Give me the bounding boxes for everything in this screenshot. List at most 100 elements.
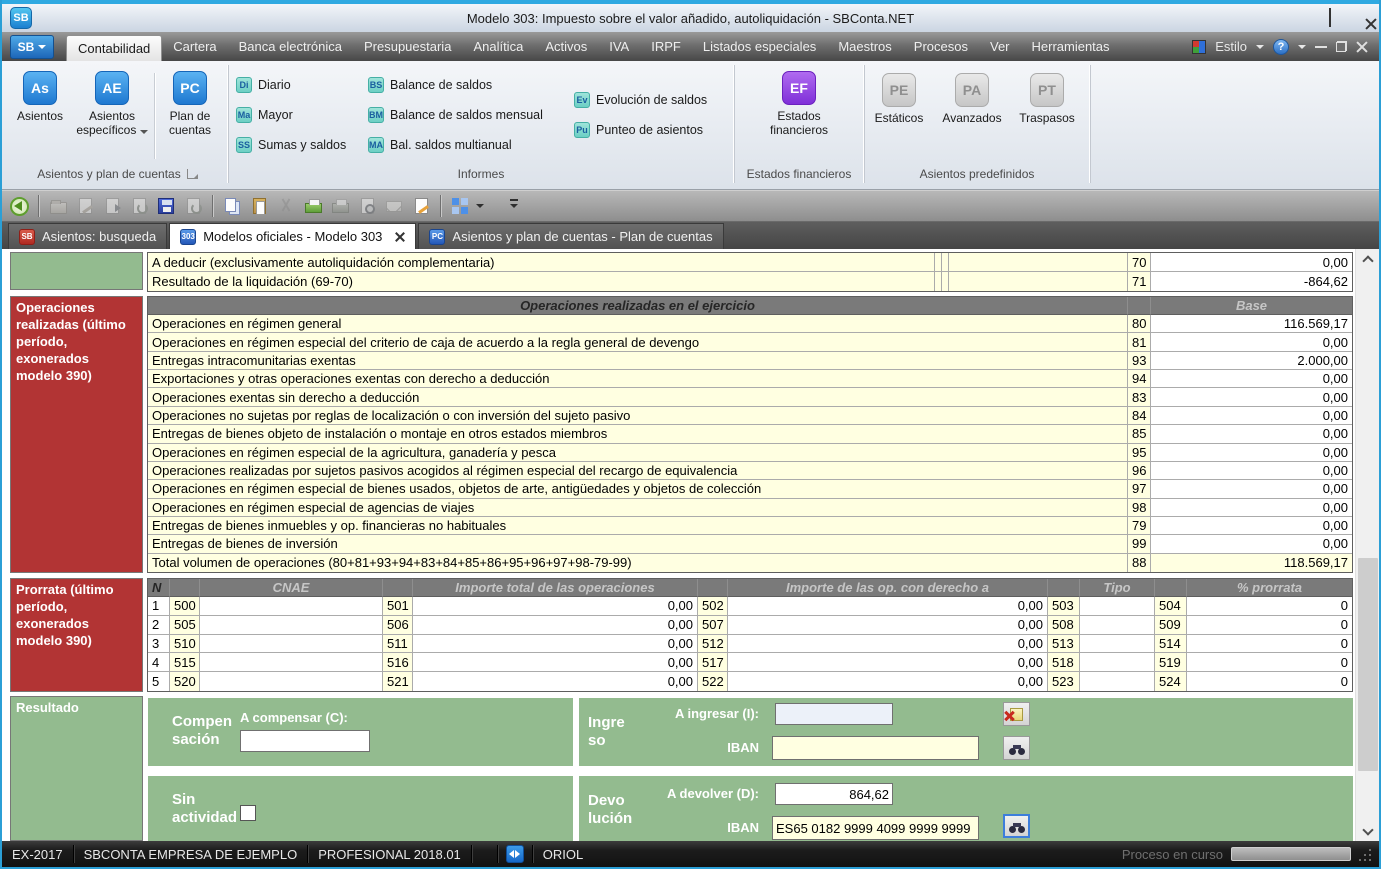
ops-value-cell[interactable]: 0,00 [1151, 388, 1352, 406]
ops-value-cell[interactable]: 0,00 [1151, 480, 1352, 498]
prorrata-importe-cell[interactable]: 0,00 [413, 672, 698, 691]
window-layout-button[interactable] [449, 195, 471, 217]
asientos-button[interactable]: As Asientos [2, 71, 78, 123]
balance-de-saldos-button[interactable]: BS Balance de saldos [368, 76, 492, 94]
dialog-launcher-icon[interactable] [187, 169, 197, 179]
balance-mensual-button[interactable]: BM Balance de saldos mensual [368, 106, 543, 124]
send-document-button[interactable] [101, 195, 123, 217]
chevron-down-icon[interactable] [476, 204, 484, 208]
paste-button[interactable] [248, 195, 270, 217]
prorrata-pct-cell[interactable]: 0 [1187, 653, 1352, 672]
open-folder-button[interactable] [47, 195, 69, 217]
doc-tab-plan-de-cuentas[interactable]: PC Asientos y plan de cuentas - Plan de … [418, 223, 723, 249]
maximize-icon[interactable] [1329, 9, 1331, 27]
ops-value-cell[interactable]: 0,00 [1151, 370, 1352, 388]
prorrata-importe-cell[interactable]: 0,00 [413, 635, 698, 654]
tab-herramientas[interactable]: Herramientas [1021, 32, 1121, 61]
title-bar[interactable]: SB Modelo 303: Impuesto sobre el valor a… [2, 4, 1379, 32]
prorrata-importe-cell[interactable]: 0,00 [413, 597, 698, 616]
doc-tab-asientos-busqueda[interactable]: SB Asientos: busqueda [8, 223, 167, 249]
tab-maestros[interactable]: Maestros [827, 32, 902, 61]
a-devolver-input[interactable] [775, 783, 893, 805]
prorrata-tipo-cell[interactable] [1080, 653, 1155, 672]
diario-button[interactable]: Di Diario [236, 76, 291, 94]
ops-value-cell[interactable]: 116.569,17 [1151, 315, 1352, 333]
sin-actividad-checkbox[interactable] [240, 805, 256, 821]
prorrata-importe-cell[interactable]: 0,00 [413, 616, 698, 635]
prorrata-cnae-cell[interactable] [200, 597, 383, 616]
tab-close-icon[interactable] [395, 232, 405, 242]
ops-value-cell[interactable]: 0,00 [1151, 407, 1352, 425]
prorrata-pct-cell[interactable]: 0 [1187, 672, 1352, 691]
balance-multianual-button[interactable]: MA Bal. saldos multianual [368, 136, 512, 154]
iban-search-button[interactable] [1003, 814, 1030, 838]
row-value-cell[interactable]: 0,00 [1151, 253, 1352, 272]
tab-contabilidad[interactable]: Contabilidad [66, 35, 162, 61]
ops-value-cell[interactable]: 0,00 [1151, 499, 1352, 517]
mdi-minimize-icon[interactable] [1315, 46, 1327, 48]
prorrata-importe-cell[interactable]: 0,00 [728, 635, 1048, 654]
style-label[interactable]: Estilo [1215, 39, 1247, 54]
doc-tab-modelo-303[interactable]: 303 Modelos oficiales - Modelo 303 [169, 223, 416, 249]
save-button[interactable] [155, 195, 177, 217]
sumas-y-saldos-button[interactable]: SS Sumas y saldos [236, 136, 346, 154]
cut-button[interactable] [275, 195, 297, 217]
prorrata-cnae-cell[interactable] [200, 616, 383, 635]
ingreso-iban-input[interactable] [772, 736, 979, 760]
prorrata-importe-cell[interactable]: 0,00 [728, 653, 1048, 672]
prorrata-tipo-cell[interactable] [1080, 616, 1155, 635]
annotate-button[interactable] [410, 195, 432, 217]
prorrata-importe-cell[interactable]: 0,00 [413, 653, 698, 672]
iban-search-button[interactable] [1003, 736, 1030, 760]
tab-listados-especiales[interactable]: Listados especiales [692, 32, 827, 61]
devolucion-iban-input[interactable] [772, 816, 979, 840]
prorrata-pct-cell[interactable]: 0 [1187, 616, 1352, 635]
scroll-up-button[interactable] [1356, 249, 1380, 268]
chevron-down-icon[interactable] [1256, 45, 1264, 49]
scroll-down-button[interactable] [1356, 822, 1380, 841]
ops-value-cell[interactable]: 0,00 [1151, 462, 1352, 480]
prorrata-importe-cell[interactable]: 0,00 [728, 672, 1048, 691]
a-compensar-input[interactable] [240, 730, 370, 752]
avanzados-button[interactable]: PA Avanzados [934, 73, 1010, 125]
ops-value-cell[interactable]: 0,00 [1151, 535, 1352, 553]
ops-value-cell[interactable]: 0,00 [1151, 517, 1352, 535]
tab-iva[interactable]: IVA [598, 32, 640, 61]
prorrata-pct-cell[interactable]: 0 [1187, 635, 1352, 654]
tab-procesos[interactable]: Procesos [903, 32, 979, 61]
row-value-cell[interactable]: -864,62 [1151, 272, 1352, 291]
prorrata-tipo-cell[interactable] [1080, 672, 1155, 691]
print-button[interactable] [302, 195, 324, 217]
prorrata-cnae-cell[interactable] [200, 672, 383, 691]
import-document-button[interactable] [128, 195, 150, 217]
scrollbar-thumb[interactable] [1358, 558, 1378, 771]
ops-value-cell[interactable]: 0,00 [1151, 333, 1352, 351]
prorrata-cnae-cell[interactable] [200, 653, 383, 672]
style-palette-icon[interactable] [1192, 40, 1206, 54]
tab-banca-electronica[interactable]: Banca electrónica [228, 32, 353, 61]
prorrata-pct-cell[interactable]: 0 [1187, 597, 1352, 616]
prorrata-importe-cell[interactable]: 0,00 [728, 597, 1048, 616]
estaticos-button[interactable]: PE Estáticos [861, 73, 937, 125]
traspasos-button[interactable]: PT Traspasos [1009, 73, 1085, 125]
tab-presupuestaria[interactable]: Presupuestaria [353, 32, 462, 61]
tab-activos[interactable]: Activos [534, 32, 598, 61]
help-icon[interactable]: ? [1273, 39, 1289, 55]
estados-financieros-button[interactable]: EF Estados financieros [761, 71, 837, 137]
refresh-document-button[interactable] [182, 195, 204, 217]
a-ingresar-input[interactable] [775, 703, 893, 725]
print-preview-button[interactable] [356, 195, 378, 217]
resize-grip[interactable] [1359, 847, 1373, 861]
prorrata-tipo-cell[interactable] [1080, 635, 1155, 654]
prorrata-cnae-cell[interactable] [200, 635, 383, 654]
evolucion-button[interactable]: Ev Evolución de saldos [574, 91, 707, 109]
plan-de-cuentas-button[interactable]: PC Plan de cuentas [152, 71, 228, 137]
fax-button[interactable] [329, 195, 351, 217]
mdi-close-icon[interactable] [1356, 41, 1367, 52]
email-button[interactable] [383, 195, 405, 217]
prorrata-importe-cell[interactable]: 0,00 [728, 616, 1048, 635]
remote-support-icon[interactable] [506, 845, 524, 863]
ops-value-cell[interactable]: 2.000,00 [1151, 352, 1352, 370]
ops-value-cell[interactable]: 0,00 [1151, 444, 1352, 462]
tab-cartera[interactable]: Cartera [162, 32, 227, 61]
